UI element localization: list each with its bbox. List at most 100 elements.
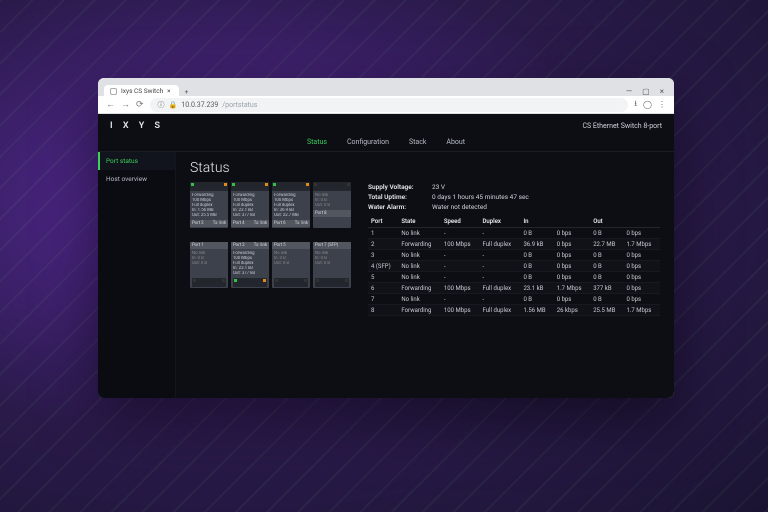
port-card[interactable]: Port 1No linkIn: 0 BOut: 0 B	[190, 242, 228, 288]
cell-duplex: -	[480, 294, 521, 305]
download-icon[interactable]: ⭳	[634, 98, 637, 112]
th-in: In	[520, 216, 590, 228]
system-info: Supply Voltage:23 V Total Uptime:0 days …	[368, 182, 660, 212]
nav-stack[interactable]: Stack	[409, 138, 426, 151]
cell-out_b: 0 B	[590, 272, 623, 283]
link-led-icon	[314, 183, 317, 186]
new-tab-button[interactable]: +	[179, 88, 195, 96]
menu-icon[interactable]: ⋮	[658, 100, 666, 109]
activity-led-icon	[224, 183, 227, 186]
table-row: 2Forwarding100 MbpsFull duplex36.9 kB0 b…	[368, 239, 660, 250]
cell-in_b: 0 B	[520, 228, 553, 239]
activity-led-icon	[306, 183, 309, 186]
cell-out_r: 0 bps	[623, 228, 660, 239]
cell-in_b: 36.9 kB	[520, 239, 553, 250]
tab-close-icon[interactable]: ×	[167, 87, 170, 95]
cell-state: Forwarding	[398, 283, 441, 294]
sidebar-item-host-overview[interactable]: Host overview	[98, 170, 175, 188]
cell-in_b: 1.56 MB	[520, 305, 553, 316]
cell-duplex: -	[480, 261, 521, 272]
site-info-icon[interactable]: ⓘ	[158, 100, 165, 110]
th-duplex: Duplex	[480, 216, 521, 228]
nav-status[interactable]: Status	[307, 138, 327, 151]
rj45-jack-icon	[313, 182, 351, 191]
main-content: Status Port 2Tx: linkForwarding100 MbpsF…	[176, 152, 674, 398]
window-minimize-icon[interactable]: —	[626, 87, 632, 96]
link-led-icon	[234, 279, 237, 282]
browser-tab[interactable]: Ixys CS Switch ×	[104, 85, 179, 96]
cell-in_r: 0 bps	[554, 294, 590, 305]
app-header: I X Y S CS Ethernet Switch 8-port	[98, 114, 674, 138]
cell-state: Forwarding	[398, 239, 441, 250]
cell-state: No link	[398, 228, 441, 239]
activity-led-icon	[345, 279, 348, 282]
port-row-bottom: Port 1No linkIn: 0 BOut: 0 BPort 3Tx: li…	[190, 242, 354, 288]
table-row: 5No link--0 B0 bps0 B0 bps	[368, 272, 660, 283]
port-card[interactable]: Port 6Tx: linkForwarding100 MbpsFull dup…	[272, 182, 310, 228]
cell-duplex: -	[480, 228, 521, 239]
cell-port: 4 (SFP)	[368, 261, 398, 272]
link-led-icon	[193, 279, 196, 282]
port-card[interactable]: Port 7 (SFP)No linkIn: 0 BOut: 0 B	[313, 242, 351, 288]
cell-in_b: 23.1 kB	[520, 283, 553, 294]
address-bar[interactable]: ⓘ 🔒 10.0.37.239/portstatus	[150, 98, 629, 112]
sidebar: Port status Host overview	[98, 152, 176, 398]
rj45-jack-icon	[233, 278, 267, 287]
nav-about[interactable]: About	[446, 138, 465, 151]
activity-led-icon	[263, 279, 266, 282]
port-card[interactable]: Port 2Tx: linkForwarding100 MbpsFull dup…	[190, 182, 228, 228]
forward-icon[interactable]: →	[121, 99, 130, 110]
port-card[interactable]: Port 3Tx: linkForwarding100 MbpsFull dup…	[231, 242, 269, 288]
port-card[interactable]: Port 5No linkIn: 0 BOut: 0 B	[272, 242, 310, 288]
top-nav: Status Configuration Stack About	[98, 138, 674, 152]
cell-duplex: Full duplex	[480, 305, 521, 316]
uptime-value: 0 days 1 hours 45 minutes 47 sec	[432, 193, 529, 201]
activity-led-icon	[265, 183, 268, 186]
app-root: I X Y S CS Ethernet Switch 8-port Status…	[98, 114, 674, 398]
port-table-body: 1No link--0 B0 bps0 B0 bps2Forwarding100…	[368, 228, 660, 316]
rj45-jack-icon	[315, 278, 349, 287]
window-close-icon[interactable]: ×	[660, 87, 664, 96]
cell-port: 7	[368, 294, 398, 305]
table-row: 7No link--0 B0 bps0 B0 bps	[368, 294, 660, 305]
cell-in_b: 0 B	[520, 272, 553, 283]
uptime-label: Total Uptime:	[368, 192, 432, 202]
th-speed: Speed	[441, 216, 480, 228]
account-icon[interactable]: ◯	[643, 100, 652, 109]
table-row: 6Forwarding100 MbpsFull duplex23.1 kB1.7…	[368, 283, 660, 294]
activity-led-icon	[347, 183, 350, 186]
url-path: /portstatus	[222, 101, 257, 109]
cell-state: No link	[398, 294, 441, 305]
cell-duplex: -	[480, 250, 521, 261]
cell-state: No link	[398, 250, 441, 261]
cell-in_b: 0 B	[520, 250, 553, 261]
cell-out_r: 0 bps	[623, 283, 660, 294]
port-card[interactable]: Port 8No linkIn: 0 BOut: 0 B	[313, 182, 351, 228]
cell-out_b: 0 B	[590, 261, 623, 272]
rj45-jack-icon	[231, 182, 269, 191]
cell-state: No link	[398, 261, 441, 272]
nav-configuration[interactable]: Configuration	[347, 138, 389, 151]
cell-out_r: 1.7 Mbps	[623, 305, 660, 316]
window-maximize-icon[interactable]: ▢	[642, 87, 650, 96]
device-name: CS Ethernet Switch 8-port	[582, 122, 662, 130]
cell-out_b: 0 B	[590, 250, 623, 261]
page-title: Status	[190, 160, 660, 176]
back-icon[interactable]: ←	[106, 99, 115, 110]
sidebar-item-port-status[interactable]: Port status	[98, 152, 175, 170]
browser-toolbar: ← → ⟳ ⓘ 🔒 10.0.37.239/portstatus ⭳ ◯ ⋮	[98, 96, 674, 114]
th-out: Out	[590, 216, 660, 228]
cell-in_r: 0 bps	[554, 250, 590, 261]
link-led-icon	[273, 183, 276, 186]
cell-duplex: -	[480, 272, 521, 283]
rj45-jack-icon	[192, 278, 226, 287]
rj45-jack-icon	[274, 278, 308, 287]
url-host: 10.0.37.239	[181, 101, 218, 109]
reload-icon[interactable]: ⟳	[136, 100, 144, 110]
port-card[interactable]: Port 4Tx: linkForwarding100 MbpsFull dup…	[231, 182, 269, 228]
table-row: 1No link--0 B0 bps0 B0 bps	[368, 228, 660, 239]
cell-in_b: 0 B	[520, 261, 553, 272]
cell-out_b: 377 kB	[590, 283, 623, 294]
lock-icon: 🔒	[169, 101, 178, 109]
table-row: 4 (SFP)No link--0 B0 bps0 B0 bps	[368, 261, 660, 272]
